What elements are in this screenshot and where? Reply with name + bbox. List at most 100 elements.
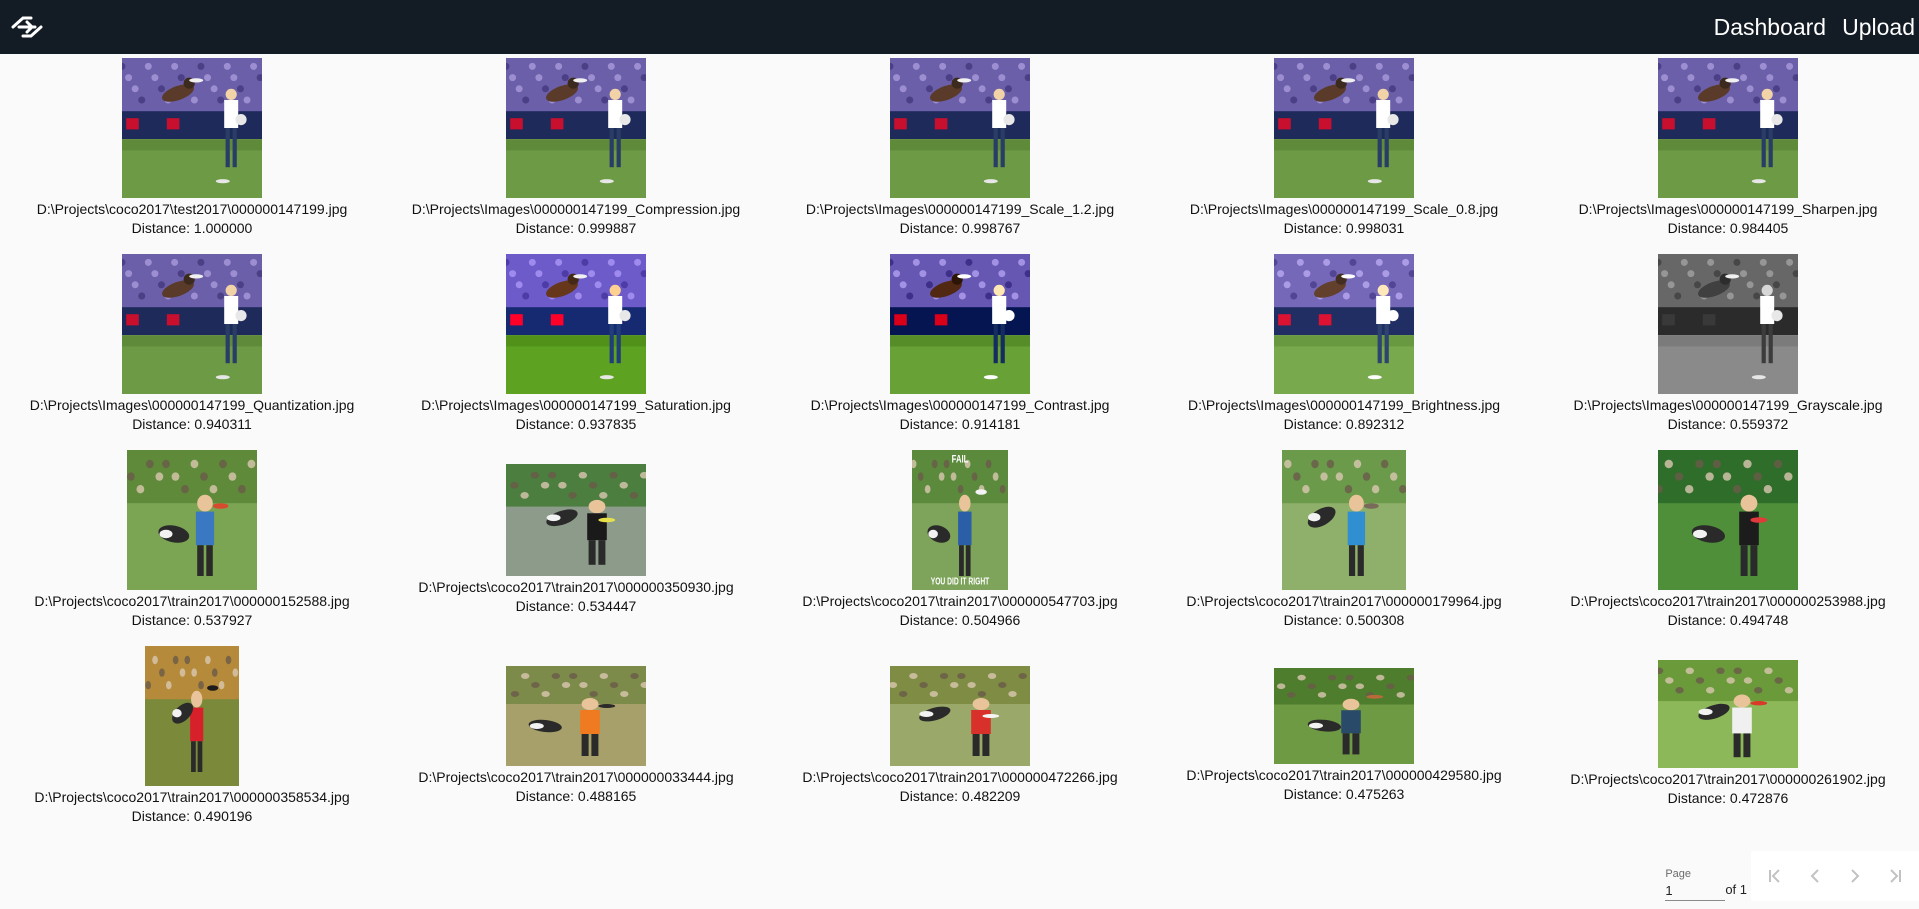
result-path: D:\Projects\coco2017\test2017\0000001471…	[36, 201, 348, 217]
paginator: Page of 1	[1353, 851, 1919, 909]
result-card: D:\Projects\Images\000000147199_Sharpen.…	[1536, 54, 1919, 250]
result-distance: Distance: 0.490196	[131, 808, 253, 824]
last-page-button[interactable]	[1875, 856, 1915, 896]
result-distance: Distance: 0.500308	[1283, 612, 1405, 628]
result-thumbnail[interactable]	[145, 646, 239, 786]
result-distance: Distance: 0.999887	[515, 220, 637, 236]
top-app-bar: Dashboard Upload	[0, 0, 1919, 54]
result-card: D:\Projects\Images\000000147199_Grayscal…	[1536, 250, 1919, 446]
result-path: D:\Projects\coco2017\train2017\000000033…	[418, 769, 734, 785]
result-path: D:\Projects\coco2017\train2017\000000253…	[1570, 593, 1886, 609]
result-distance: Distance: 0.537927	[131, 612, 253, 628]
result-card: D:\Projects\coco2017\train2017\000000179…	[1152, 446, 1536, 642]
result-card: D:\Projects\coco2017\train2017\000000350…	[384, 446, 768, 642]
result-path: D:\Projects\coco2017\train2017\000000179…	[1186, 593, 1502, 609]
result-path: D:\Projects\Images\000000147199_Grayscal…	[1573, 397, 1883, 413]
result-thumbnail[interactable]	[127, 450, 257, 590]
nav-link-dashboard[interactable]: Dashboard	[1706, 0, 1835, 54]
result-distance: Distance: 0.534447	[515, 598, 637, 614]
result-card: D:\Projects\coco2017\train2017\000000033…	[384, 642, 768, 838]
result-thumbnail[interactable]	[506, 58, 646, 198]
main-nav: Dashboard Upload	[1706, 0, 1919, 54]
result-distance: Distance: 0.940311	[132, 416, 252, 432]
result-thumbnail[interactable]	[1274, 254, 1414, 394]
result-distance: Distance: 0.488165	[515, 788, 637, 804]
chevron-right-icon	[1851, 869, 1860, 883]
result-distance: Distance: 0.937835	[515, 416, 637, 432]
result-card: D:\Projects\coco2017\train2017\000000152…	[0, 446, 384, 642]
first-page-button[interactable]	[1755, 856, 1795, 896]
result-card: FAIL YOU DID IT RIGHT D:\Projects\coco201…	[768, 446, 1152, 642]
result-thumbnail[interactable]	[122, 58, 262, 198]
result-card: D:\Projects\Images\000000147199_Saturati…	[384, 250, 768, 446]
last-page-icon	[1890, 869, 1901, 883]
result-card: D:\Projects\coco2017\train2017\000000472…	[768, 642, 1152, 838]
result-thumbnail[interactable]	[1282, 450, 1406, 590]
result-distance: Distance: 1.000000	[131, 220, 253, 236]
first-page-icon	[1769, 869, 1780, 883]
result-distance: Distance: 0.472876	[1667, 790, 1789, 806]
result-card: D:\Projects\Images\000000147199_Quantiza…	[0, 250, 384, 446]
nav-link-upload[interactable]: Upload	[1834, 0, 1917, 54]
result-thumbnail[interactable]	[122, 254, 262, 394]
result-thumbnail[interactable]	[506, 254, 646, 394]
paginator-buttons	[1751, 851, 1919, 901]
result-path: D:\Projects\Images\000000147199_Compress…	[411, 201, 741, 217]
result-distance: Distance: 0.482209	[899, 788, 1021, 804]
result-card: D:\Projects\coco2017\train2017\000000261…	[1536, 642, 1919, 838]
page-input[interactable]	[1665, 881, 1726, 901]
result-thumbnail[interactable]	[1274, 58, 1414, 198]
result-card: D:\Projects\coco2017\test2017\0000001471…	[0, 54, 384, 250]
result-path: D:\Projects\Images\000000147199_Sharpen.…	[1578, 201, 1878, 217]
result-distance: Distance: 0.559372	[1667, 416, 1789, 432]
result-thumbnail[interactable]	[506, 464, 646, 576]
result-path: D:\Projects\coco2017\train2017\000000152…	[34, 593, 350, 609]
page-label: Page	[1665, 868, 1692, 880]
result-thumbnail[interactable]	[890, 666, 1030, 766]
result-path: D:\Projects\coco2017\train2017\000000350…	[418, 579, 734, 595]
result-path: D:\Projects\coco2017\train2017\000000358…	[34, 789, 350, 805]
result-thumbnail[interactable]	[890, 254, 1030, 394]
result-thumbnail[interactable]	[890, 58, 1030, 198]
result-distance: Distance: 0.494748	[1667, 612, 1789, 628]
result-distance: Distance: 0.998031	[1283, 220, 1405, 236]
result-thumbnail[interactable]	[1658, 254, 1798, 394]
result-distance: Distance: 0.892312	[1283, 416, 1405, 432]
result-path: D:\Projects\coco2017\train2017\000000429…	[1186, 767, 1502, 783]
result-path: D:\Projects\coco2017\train2017\000000472…	[802, 769, 1118, 785]
result-card: D:\Projects\Images\000000147199_Scale_1.…	[768, 54, 1152, 250]
result-thumbnail[interactable]: FAIL YOU DID IT RIGHT	[912, 450, 1008, 590]
result-path: D:\Projects\Images\000000147199_Brightne…	[1187, 397, 1501, 413]
result-distance: Distance: 0.984405	[1667, 220, 1789, 236]
result-card: D:\Projects\coco2017\train2017\000000429…	[1152, 642, 1536, 838]
chevron-left-icon	[1810, 869, 1819, 883]
next-page-button[interactable]	[1835, 856, 1875, 896]
result-path: D:\Projects\Images\000000147199_Scale_0.…	[1189, 201, 1499, 217]
result-thumbnail[interactable]	[1658, 58, 1798, 198]
result-card: D:\Projects\Images\000000147199_Scale_0.…	[1152, 54, 1536, 250]
result-thumbnail[interactable]	[506, 666, 646, 766]
result-distance: Distance: 0.914181	[899, 416, 1021, 432]
result-card: D:\Projects\coco2017\train2017\000000253…	[1536, 446, 1919, 642]
result-path: D:\Projects\Images\000000147199_Saturati…	[421, 397, 731, 413]
result-distance: Distance: 0.475263	[1283, 786, 1405, 802]
page-total: of 1	[1725, 882, 1747, 897]
result-path: D:\Projects\Images\000000147199_Quantiza…	[29, 397, 355, 413]
result-distance: Distance: 0.998767	[899, 220, 1021, 236]
result-thumbnail[interactable]	[1274, 668, 1414, 764]
svg-text:FAIL: FAIL	[952, 453, 969, 466]
page-field: Page	[1665, 867, 1726, 901]
result-thumbnail[interactable]	[1658, 450, 1798, 590]
result-path: D:\Projects\coco2017\train2017\000000547…	[802, 593, 1118, 609]
result-distance: Distance: 0.504966	[899, 612, 1021, 628]
result-path: D:\Projects\Images\000000147199_Contrast…	[810, 397, 1110, 413]
logo-icon[interactable]	[0, 0, 54, 54]
result-card: D:\Projects\Images\000000147199_Brightne…	[1152, 250, 1536, 446]
result-card: D:\Projects\Images\000000147199_Compress…	[384, 54, 768, 250]
result-card: D:\Projects\coco2017\train2017\000000358…	[0, 642, 384, 838]
previous-page-button[interactable]	[1795, 856, 1835, 896]
result-card: D:\Projects\Images\000000147199_Contrast…	[768, 250, 1152, 446]
result-path: D:\Projects\coco2017\train2017\000000261…	[1570, 771, 1886, 787]
result-path: D:\Projects\Images\000000147199_Scale_1.…	[805, 201, 1115, 217]
result-thumbnail[interactable]	[1658, 660, 1798, 768]
